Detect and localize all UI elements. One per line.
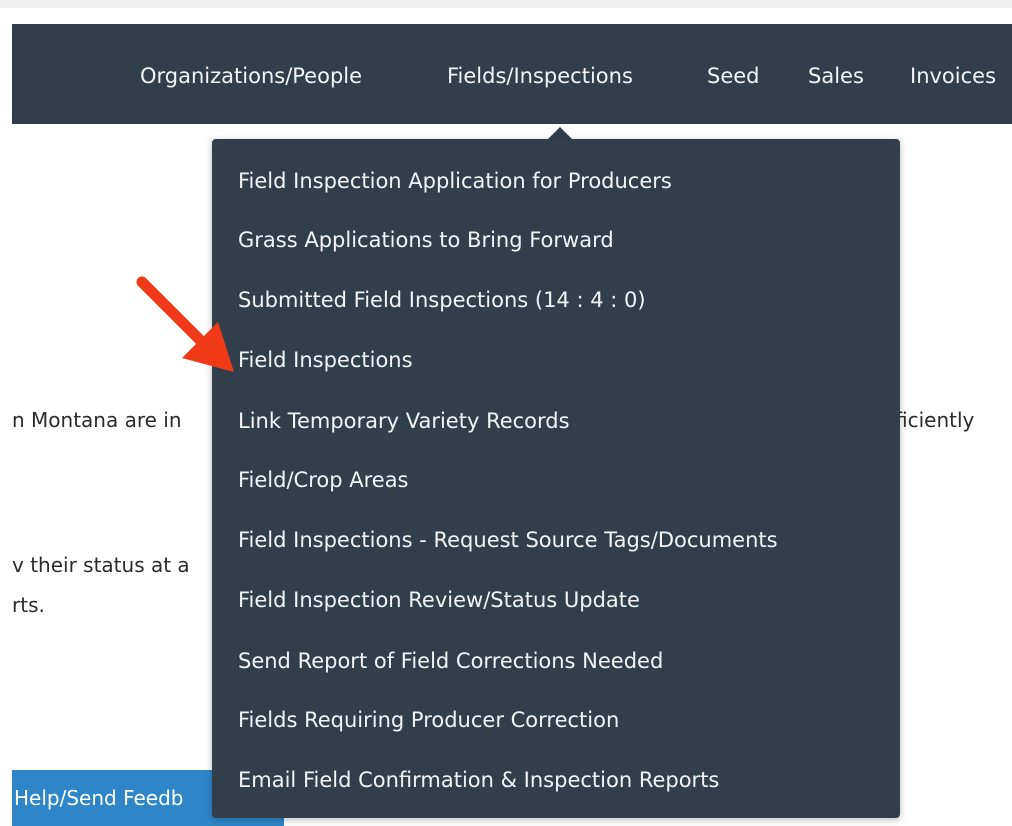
menu-item-review-status-update[interactable]: Field Inspection Review/Status Update	[238, 586, 640, 614]
nav-invoices[interactable]: Invoices	[910, 62, 996, 90]
menu-item-submitted-field-inspections[interactable]: Submitted Field Inspections (14 : 4 : 0)	[238, 286, 646, 314]
intro-text-line2: v their status at a	[12, 553, 190, 577]
intro-text-line3: rts.	[12, 593, 45, 617]
menu-item-send-report-corrections[interactable]: Send Report of Field Corrections Needed	[238, 647, 663, 675]
menu-item-fields-requiring-correction[interactable]: Fields Requiring Producer Correction	[238, 706, 619, 734]
red-arrow-icon	[136, 276, 234, 372]
intro-text-line1-right: ficiently	[895, 408, 975, 432]
menu-item-email-field-confirmation[interactable]: Email Field Confirmation & Inspection Re…	[238, 766, 719, 794]
nav-seed[interactable]: Seed	[707, 62, 760, 90]
top-strip	[0, 0, 1012, 8]
nav-organizations-people[interactable]: Organizations/People	[140, 62, 362, 90]
nav-sales[interactable]: Sales	[808, 62, 864, 90]
intro-text-line1-left: n Montana are in	[12, 408, 182, 432]
menu-item-request-source-tags[interactable]: Field Inspections - Request Source Tags/…	[238, 526, 778, 554]
menu-item-field-inspections[interactable]: Field Inspections	[238, 346, 413, 374]
menu-item-link-temporary-variety-records[interactable]: Link Temporary Variety Records	[238, 407, 570, 435]
fields-inspections-dropdown: Field Inspection Application for Produce…	[212, 139, 900, 818]
menu-item-grass-applications[interactable]: Grass Applications to Bring Forward	[238, 226, 614, 254]
menu-item-field-inspection-application[interactable]: Field Inspection Application for Produce…	[238, 167, 672, 195]
menu-item-field-crop-areas[interactable]: Field/Crop Areas	[238, 466, 409, 494]
nav-fields-inspections[interactable]: Fields/Inspections	[447, 62, 633, 90]
